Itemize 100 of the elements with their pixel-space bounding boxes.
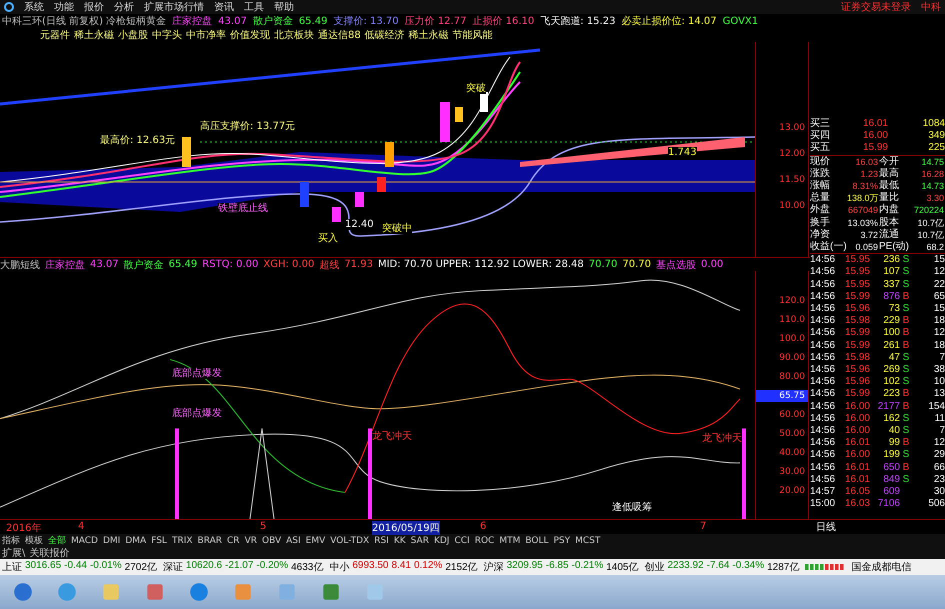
indicator-tab[interactable]: 模板 bbox=[25, 534, 43, 547]
indicator-tab[interactable]: 全部 bbox=[48, 534, 66, 547]
indicator-reading: 散户资金 bbox=[124, 258, 164, 272]
trade-time: 14:56 bbox=[810, 425, 836, 438]
index-value: 3016.65 bbox=[25, 560, 62, 573]
trade-count: 29 bbox=[932, 449, 945, 462]
trade-side: B bbox=[902, 400, 910, 413]
menu-item[interactable]: 资讯 bbox=[214, 0, 234, 14]
extension-tab[interactable]: 扩展\ bbox=[2, 546, 26, 560]
menu-item[interactable]: 功能 bbox=[54, 0, 74, 14]
indicator-tab[interactable]: FSL bbox=[151, 536, 167, 546]
stat-label: 最高 bbox=[879, 168, 900, 180]
indicator-axis-label: 80.00 bbox=[778, 371, 806, 383]
login-status[interactable]: 证券交易未登录 bbox=[841, 0, 911, 14]
indicator-tab[interactable]: MTM bbox=[499, 536, 520, 546]
indicator-tab[interactable]: VR bbox=[244, 536, 257, 546]
concept-tag[interactable]: 低碳经济 bbox=[364, 28, 405, 42]
trade-volume: 162 bbox=[882, 412, 900, 426]
stat-label: 现价 bbox=[810, 156, 831, 168]
indicator-tab[interactable]: SAR bbox=[410, 536, 429, 546]
stat-value: 3.72 bbox=[859, 228, 879, 242]
trade-side: S bbox=[902, 474, 910, 486]
concept-tag[interactable]: 小盘股 bbox=[118, 28, 148, 42]
indicator-tab[interactable]: MACD bbox=[71, 536, 98, 546]
trade-count: 12 bbox=[932, 437, 945, 450]
trade-count: 66 bbox=[932, 462, 945, 474]
indicator-reading: RSTQ: 0.00 bbox=[202, 259, 258, 270]
trade-time: 14:56 bbox=[810, 437, 836, 450]
period-button[interactable]: 日线 bbox=[810, 520, 842, 534]
concept-tag[interactable]: 节能风能 bbox=[452, 28, 493, 42]
chart-annotation: 突破中 bbox=[382, 223, 412, 234]
trade-count: 12 bbox=[932, 266, 945, 279]
trade-count: 506 bbox=[927, 498, 945, 510]
concept-tag[interactable]: 元器件 bbox=[40, 28, 70, 42]
indicator-tab[interactable]: DMA bbox=[125, 536, 146, 546]
indicator-tab[interactable]: ASI bbox=[286, 536, 301, 546]
concept-tag[interactable]: 价值发现 bbox=[230, 28, 270, 42]
concept-tag[interactable]: 北京板块 bbox=[274, 28, 314, 42]
index-amount: 2152亿 bbox=[445, 561, 478, 574]
indicator-tab[interactable]: 指标 bbox=[2, 534, 20, 547]
stat-label: 净资 bbox=[810, 228, 831, 241]
menu-item[interactable]: 系统 bbox=[24, 0, 44, 14]
chart-annotation: 高压支撑价: 13.77元 bbox=[200, 121, 296, 132]
indicator-tab[interactable]: VOL-TDX bbox=[330, 536, 370, 546]
price-axis-label: 13.00 bbox=[778, 122, 806, 134]
trade-price: 16.03 bbox=[844, 498, 870, 510]
indicator-tab[interactable]: DMI bbox=[102, 536, 120, 546]
trade-time: 14:56 bbox=[810, 278, 836, 291]
indicator-tab[interactable]: CR bbox=[227, 536, 240, 546]
index-value: 2233.92 bbox=[667, 560, 704, 573]
trade-count: 15 bbox=[932, 303, 945, 316]
indicator-reading: 散户资金 bbox=[252, 14, 293, 28]
price-axis-label: 12.00 bbox=[778, 148, 806, 160]
index-amount: 1287亿 bbox=[767, 561, 800, 574]
trade-time: 14:56 bbox=[810, 352, 836, 364]
order-book-price: 16.01 bbox=[862, 118, 888, 130]
trade-price: 15.99 bbox=[844, 340, 870, 352]
indicator-tab[interactable]: RSI bbox=[374, 536, 389, 546]
indicator-tab[interactable]: KDJ bbox=[434, 536, 450, 546]
trade-price: 15.99 bbox=[844, 388, 870, 401]
indicator-tab[interactable]: KK bbox=[394, 536, 406, 546]
date-axis-label: 4 bbox=[78, 521, 84, 532]
chart-annotation: 铁壁底止线 bbox=[218, 203, 268, 214]
menu-item[interactable]: 帮助 bbox=[274, 0, 294, 14]
indicator-axis-label: 120.0 bbox=[778, 295, 806, 307]
concept-tag[interactable]: 稀土永磁 bbox=[408, 28, 449, 42]
indicator-tab[interactable]: PSY bbox=[553, 536, 570, 546]
trade-price: 16.00 bbox=[844, 425, 870, 438]
indicator-tab[interactable]: BOLL bbox=[525, 536, 548, 546]
trade-price: 15.95 bbox=[844, 254, 870, 266]
indicator-reading: 71.93 bbox=[344, 259, 373, 270]
concept-tag[interactable]: 稀土永磁 bbox=[74, 28, 114, 42]
trade-count: 7 bbox=[938, 425, 945, 438]
trade-count: 30 bbox=[932, 486, 945, 498]
trade-volume: 236 bbox=[882, 254, 900, 266]
concept-tag[interactable]: 通达信88 bbox=[318, 28, 361, 42]
trade-volume: 7106 bbox=[876, 498, 900, 510]
extension-tab[interactable]: 关联报价 bbox=[29, 546, 70, 560]
indicator-axis-label: 30.00 bbox=[778, 466, 806, 478]
trade-time: 14:56 bbox=[810, 290, 836, 304]
indicator-tab[interactable]: CCI bbox=[454, 536, 470, 546]
stat-label: 股本 bbox=[879, 216, 900, 228]
concept-tag[interactable]: 中字头 bbox=[152, 28, 182, 42]
indicator-tab[interactable]: EMV bbox=[306, 536, 326, 546]
menu-item[interactable]: 扩展市场行情 bbox=[144, 0, 204, 14]
concept-tag[interactable]: 中市净率 bbox=[186, 28, 226, 42]
menu-item[interactable]: 分析 bbox=[114, 0, 134, 14]
indicator-tab[interactable]: ROC bbox=[474, 536, 494, 546]
indicator-tab[interactable]: TRIX bbox=[172, 536, 193, 546]
trade-side: B bbox=[902, 315, 910, 328]
menu-item[interactable]: 工具 bbox=[244, 0, 264, 14]
indicator-tab[interactable]: OBV bbox=[262, 536, 282, 546]
trade-time: 14:56 bbox=[810, 400, 836, 413]
indicator-tab[interactable]: BRAR bbox=[198, 536, 222, 546]
date-axis-label: 2016/05/19四 bbox=[372, 521, 440, 535]
trade-volume: 107 bbox=[882, 266, 900, 279]
indicator-tab[interactable]: MCST bbox=[575, 536, 600, 546]
menu-item[interactable]: 报价 bbox=[84, 0, 104, 14]
stat-value: 138.0万 bbox=[847, 193, 879, 204]
trade-volume: 269 bbox=[882, 364, 900, 376]
